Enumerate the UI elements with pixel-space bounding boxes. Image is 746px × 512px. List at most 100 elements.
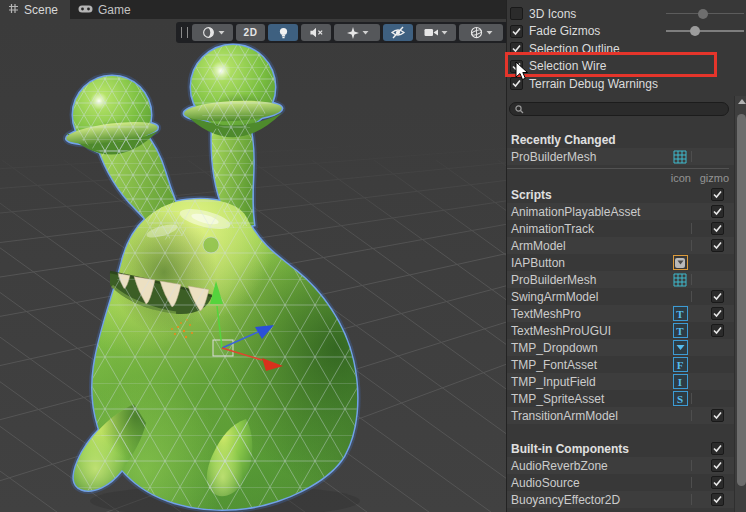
- row-label: AnimationPlayableAsset: [511, 205, 640, 219]
- chevron-down-icon: [362, 30, 369, 35]
- camera-settings-button[interactable]: [416, 24, 456, 41]
- gizmo-row-audioreverbzone: AudioReverbZone: [507, 457, 734, 474]
- tab-game[interactable]: Game: [70, 0, 143, 19]
- checkbox-checked[interactable]: [711, 324, 724, 337]
- checkbox-checked[interactable]: [711, 442, 724, 455]
- gizmo-row-textmeshpro: TextMeshPro T: [507, 305, 734, 322]
- checkbox-checked[interactable]: [711, 188, 724, 201]
- option-row-fade-gizmos[interactable]: Fade Gizmos: [507, 23, 746, 41]
- tmp-F-icon[interactable]: F: [672, 357, 688, 373]
- iap-icon[interactable]: [672, 255, 688, 271]
- column-separator: [691, 460, 692, 471]
- scrollbar[interactable]: [734, 96, 746, 512]
- highlight-annotation: [505, 52, 717, 77]
- scene-view[interactable]: 2D: [0, 19, 506, 512]
- checkbox-checked[interactable]: [711, 222, 724, 235]
- checkbox-checked[interactable]: [711, 307, 724, 320]
- gizmo-row-tmp-dropdown: TMP_Dropdown: [507, 339, 734, 356]
- row-label: BuoyancyEffector2D: [511, 493, 620, 507]
- gizmo-row-iapbutton: IAPButton: [507, 254, 734, 271]
- checkbox-checked[interactable]: [711, 476, 724, 489]
- tmp-I-icon[interactable]: I: [672, 374, 688, 390]
- row-label: AudioSource: [511, 476, 580, 490]
- scroll-thumb[interactable]: [737, 114, 746, 486]
- tmp-tri-icon[interactable]: [672, 340, 688, 356]
- gamepad-icon: [78, 3, 93, 17]
- tab-scene[interactable]: Scene: [0, 0, 70, 19]
- column-separator: [691, 223, 692, 234]
- row-label: TMP_InputField: [511, 375, 596, 389]
- row-label: Scripts: [511, 188, 552, 202]
- checkbox-checked[interactable]: [711, 205, 724, 218]
- gizmo-row-tmp-spriteasset: TMP_SpriteAsset S: [507, 390, 734, 407]
- column-separator: [691, 477, 692, 488]
- mouse-cursor: [515, 61, 529, 81]
- bulb-icon: [277, 26, 290, 40]
- tmp-S-icon[interactable]: S: [672, 391, 688, 407]
- chevron-down-icon: [486, 30, 493, 35]
- audio-toggle-button[interactable]: [301, 24, 331, 41]
- gizmo-column-header: gizmo: [700, 172, 729, 184]
- tmp-T-icon[interactable]: T: [672, 323, 688, 339]
- gizmo-row-audiosource: AudioSource: [507, 474, 734, 491]
- gizmos-dropdown-panel: 3D IconsFade GizmosSelection OutlineSele…: [506, 0, 746, 512]
- checkbox-checked[interactable]: [711, 493, 724, 506]
- checkbox-checked[interactable]: [711, 459, 724, 472]
- gizmo-row-probuildermesh: ProBuilderMesh: [507, 148, 734, 165]
- gizmo-row-probuildermesh: ProBuilderMesh: [507, 271, 734, 288]
- column-separator: [691, 240, 692, 251]
- checkbox-checked[interactable]: [711, 409, 724, 422]
- gizmo-row-transitionarmmodel: TransitionArmModel: [507, 407, 734, 424]
- toolbar-drag-handle[interactable]: [181, 27, 188, 38]
- option-row-3d-icons[interactable]: 3D Icons: [507, 5, 746, 23]
- row-label: AnimationTrack: [511, 222, 594, 236]
- option-row-terrain-debug-warnings[interactable]: Terrain Debug Warnings: [507, 75, 746, 93]
- chevron-down-icon: [441, 30, 448, 35]
- checkbox-unchecked[interactable]: [510, 7, 523, 20]
- checkbox-checked[interactable]: [711, 239, 724, 252]
- checkbox-checked[interactable]: [510, 25, 523, 38]
- effects-toggle-button[interactable]: [334, 24, 380, 41]
- effects-icon: [346, 26, 360, 40]
- hidden-objects-toggle-button[interactable]: [383, 24, 413, 41]
- row-label: ProBuilderMesh: [511, 273, 596, 287]
- probuilder-grid-icon[interactable]: [672, 272, 688, 288]
- row-label: ProBuilderMesh: [511, 150, 596, 164]
- gizmos-menu-button[interactable]: [459, 24, 503, 41]
- divider: [507, 168, 729, 169]
- column-separator: [691, 151, 692, 162]
- row-label: TextMeshPro: [511, 307, 581, 321]
- camera-icon: [424, 27, 439, 38]
- chevron-down-icon: [218, 30, 225, 35]
- probuilder-grid-icon[interactable]: [672, 149, 688, 165]
- gizmo-row-armmodel: ArmModel: [507, 237, 734, 254]
- option-label: Fade Gizmos: [529, 24, 600, 38]
- row-label: IAPButton: [511, 256, 565, 270]
- scroll-up-arrow[interactable]: [738, 99, 746, 104]
- row-label: TextMeshProUGUI: [511, 324, 611, 338]
- eye-hidden-icon: [390, 26, 406, 39]
- column-separator: [691, 274, 692, 285]
- scene-3d-viewport[interactable]: [0, 19, 506, 512]
- checkbox-checked[interactable]: [711, 290, 724, 303]
- gizmo-list: Recently ChangedProBuilderMeshicongizmoS…: [507, 131, 734, 508]
- tmp-T-icon[interactable]: T: [672, 306, 688, 322]
- row-label: TMP_SpriteAsset: [511, 392, 604, 406]
- gizmo-row-tmp-inputfield: TMP_InputField I: [507, 373, 734, 390]
- row-label: AudioReverbZone: [511, 459, 608, 473]
- row-label: Built-in Components: [511, 442, 629, 456]
- gizmo-search-field[interactable]: [509, 102, 729, 116]
- scene-view-toolbar: 2D: [176, 22, 506, 43]
- option-label: 3D Icons: [529, 7, 576, 21]
- sphere-icon: [201, 25, 216, 40]
- column-separator: [691, 291, 692, 302]
- shading-mode-button[interactable]: [192, 24, 233, 41]
- icon-column-header: icon: [671, 172, 691, 184]
- 2d-toggle-button[interactable]: 2D: [236, 24, 265, 41]
- tab-label: Game: [98, 3, 131, 17]
- section-header-built-in-components: Built-in Components: [507, 440, 734, 457]
- row-label: ArmModel: [511, 239, 566, 253]
- unity-editor: Scene Game: [0, 0, 746, 512]
- lighting-toggle-button[interactable]: [268, 24, 298, 41]
- gizmo-row-swingarmmodel: SwingArmModel: [507, 288, 734, 305]
